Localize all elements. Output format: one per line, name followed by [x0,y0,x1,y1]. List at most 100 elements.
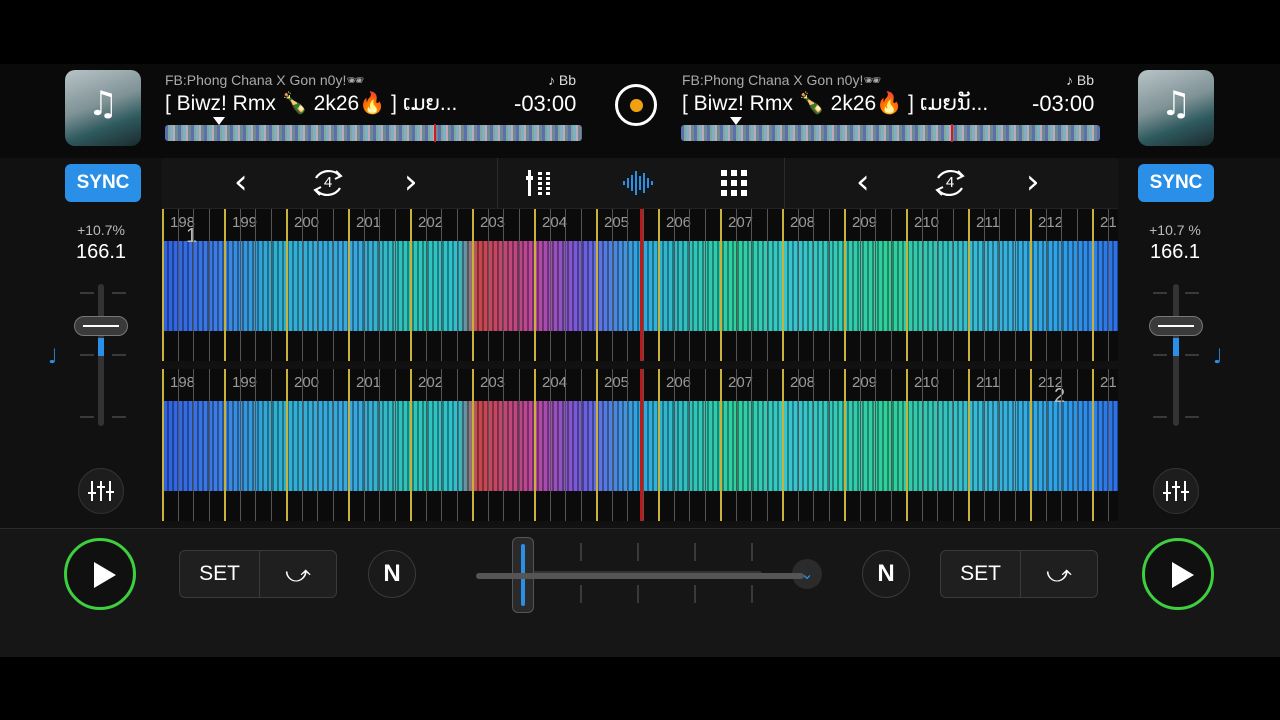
beat-line [673,209,675,361]
beat-line [1061,369,1062,521]
beat-line [999,209,1000,361]
crossfader-tick [751,585,753,603]
right-album-art[interactable]: ♫ [1138,70,1214,146]
beat-line [518,209,520,361]
bar-number-label: 211 [976,374,1000,391]
left-bpm[interactable]: 166.1 [63,241,139,264]
left-prev-chevron-icon[interactable]: ‹ [234,162,248,202]
bar-number-label: 201 [356,214,382,231]
beat-line [379,209,380,361]
deck-1-waveform[interactable]: 1 198 199 200 201 202 203 204 205 206 207 208 209 21… [162,209,1118,361]
beat-line [611,209,613,361]
deck-header: ♫ FB:Phong Chana X Gon n0y!🕶 ♪ Bb [ Biwz… [0,64,1280,158]
bar-number-label: 205 [604,374,630,391]
bar-number-label: 200 [294,374,320,391]
pads-grid-icon[interactable] [721,170,747,196]
bar-number-label: 208 [790,214,816,231]
bar-line [1030,369,1032,521]
right-next-chevron-icon[interactable]: › [1026,162,1040,202]
beat-line [627,209,628,361]
beat-line [456,369,458,521]
record-button[interactable] [615,84,657,126]
left-album-art[interactable]: ♫ [65,70,141,146]
bar-number-label: 211 [976,214,1000,231]
right-overview-marker [730,117,742,125]
left-loop-button[interactable]: 4 [308,166,348,200]
beat-line [1045,369,1047,521]
bar-line [410,209,412,361]
beat-line [1014,369,1016,521]
left-jump-cue-icon[interactable]: ⤻ [259,551,337,597]
right-overview-playhead [951,124,953,142]
bar-number-label: 198 [170,214,196,231]
right-bpm[interactable]: 166.1 [1137,241,1213,264]
bar-number-label: 198 [170,374,196,391]
right-keylock-note-icon[interactable]: ♩ [1213,344,1222,368]
mixer-icon[interactable] [526,170,556,196]
beat-line [363,209,365,361]
bar-number-label: 210 [914,214,940,231]
right-set-cue-button[interactable]: SET [941,551,1021,597]
bar-line [720,209,722,361]
left-pitch-fader-knob[interactable] [74,316,128,336]
left-eq-sliders-icon[interactable] [78,468,124,514]
bar-line [162,209,164,361]
right-neural-mix-button[interactable]: N [862,550,910,598]
beat-line [1076,369,1078,521]
beat-line [937,369,938,521]
bar-number-label: 210 [914,374,940,391]
transport-bar: SET ⤻ N ⌄ N SET ⤻ [0,528,1280,657]
beat-line [813,209,814,361]
beat-line [317,209,318,361]
right-prev-chevron-icon[interactable]: ‹ [856,162,870,202]
pitch-tick [112,416,126,418]
left-track-overview[interactable] [165,117,582,142]
beat-line [642,209,644,361]
bar-line [906,369,908,521]
left-set-cue-button[interactable]: SET [180,551,260,597]
waveform-icon[interactable] [622,170,656,196]
beat-line [441,209,442,361]
left-pitch-fader[interactable] [98,284,104,426]
right-pitch-fader[interactable] [1173,284,1179,426]
right-jump-cue-icon[interactable]: ⤻ [1020,551,1098,597]
beat-line [1076,209,1078,361]
beat-line [255,369,256,521]
home-indicator[interactable] [476,573,804,579]
bar-number-label: 209 [852,374,878,391]
beat-line [379,369,380,521]
beat-line [751,209,752,361]
beat-line [332,369,334,521]
beat-line [859,209,861,361]
left-pitch-percent: +10.7% [77,222,125,238]
beat-line [487,209,489,361]
right-eq-sliders-icon[interactable] [1153,468,1199,514]
beat-line [580,209,582,361]
crossfader-tick [637,585,639,603]
beat-line [425,209,427,361]
bar-number-label: 204 [542,214,568,231]
right-loop-button[interactable]: 4 [930,166,970,200]
left-play-button[interactable] [64,538,136,610]
beat-line [766,369,768,521]
left-overview-playhead [434,124,436,142]
bar-line [844,369,846,521]
left-next-chevron-icon[interactable]: › [404,162,418,202]
left-keylock-note-icon[interactable]: ♩ [48,344,57,368]
pitch-tick [80,292,94,294]
right-sync-button[interactable]: SYNC [1138,164,1214,202]
crossfader-tick [580,585,582,603]
beat-line [549,209,551,361]
record-dot-icon [630,99,643,112]
right-play-button[interactable] [1142,538,1214,610]
left-neural-mix-button[interactable]: N [368,550,416,598]
bar-number-label: 206 [666,214,692,231]
left-sync-button[interactable]: SYNC [65,164,141,202]
bar-line [534,369,536,521]
pitch-tick [1185,354,1199,356]
right-pitch-fader-knob[interactable] [1149,316,1203,336]
right-track-overview[interactable] [681,117,1100,142]
beat-line [921,209,923,361]
deck-2-waveform[interactable]: 2 198 199 200 201 202 203 204 205 206 207 208 209 21… [162,369,1118,521]
beat-line [999,369,1000,521]
